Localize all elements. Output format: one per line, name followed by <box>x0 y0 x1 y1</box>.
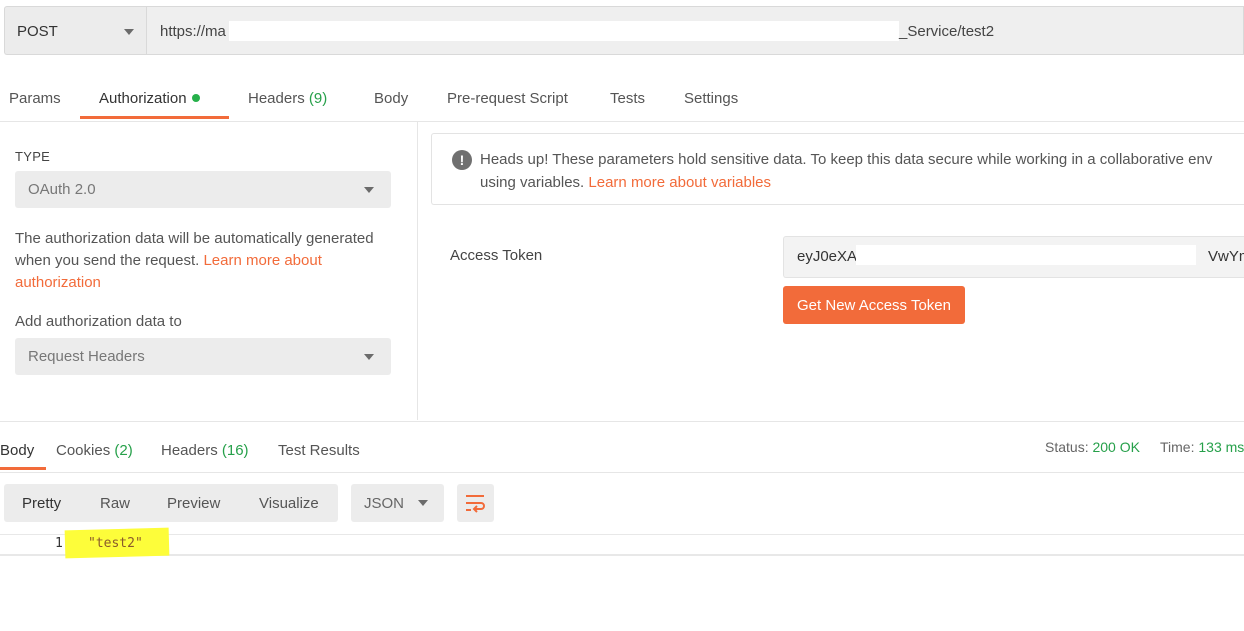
chevron-down-icon <box>124 29 134 35</box>
view-preview-button[interactable]: Preview <box>167 495 220 512</box>
tab-headers[interactable]: Headers (9) <box>248 90 327 107</box>
status-value: 200 OK <box>1092 439 1140 455</box>
tab-label: Cookies <box>56 442 111 459</box>
response-tab-test-results[interactable]: Test Results <box>278 442 360 459</box>
auth-description: The authorization data will be automatic… <box>15 228 395 294</box>
tab-label: Tests <box>610 90 646 107</box>
url-redaction <box>229 21 899 41</box>
tab-params[interactable]: Params <box>9 90 61 107</box>
get-new-access-token-button[interactable]: Get New Access Token <box>783 286 965 324</box>
learn-more-variables-link[interactable]: Learn more about variables <box>588 174 771 191</box>
tab-authorization[interactable]: Authorization <box>99 90 200 107</box>
wrap-icon <box>466 495 485 513</box>
tab-count: (9) <box>308 90 328 107</box>
wrap-line-button[interactable] <box>457 484 494 522</box>
tab-settings[interactable]: Settings <box>684 90 738 107</box>
tab-label: Body <box>374 90 409 107</box>
tab-label: Settings <box>684 90 739 107</box>
notice-text: Heads up! These parameters hold sensitiv… <box>480 148 1244 194</box>
add-auth-to-select[interactable]: Request Headers <box>15 338 391 375</box>
request-bar: POST https://ma _Service/test2 <box>0 0 1244 64</box>
notice-line-1: Heads up! These parameters hold sensitiv… <box>480 151 1213 168</box>
auth-type-panel: TYPE OAuth 2.0 The authorization data wi… <box>0 122 418 420</box>
active-tab-indicator <box>80 116 229 119</box>
tab-label: Authorization <box>99 90 187 107</box>
tab-tests[interactable]: Tests <box>610 90 645 107</box>
notice-line-2: using variables. <box>480 174 585 191</box>
format-select[interactable]: JSON <box>351 484 444 522</box>
auth-type-value: OAuth 2.0 <box>28 181 96 198</box>
chevron-down-icon <box>364 187 374 193</box>
time-label: Time: <box>1160 439 1195 455</box>
tab-label: Params <box>9 90 61 107</box>
tab-label: Test Results <box>278 442 360 459</box>
line-number: 1 <box>55 536 63 551</box>
url-input[interactable]: https://ma _Service/test2 <box>146 6 1244 55</box>
status-indicator: Status: 200 OK <box>1045 439 1140 455</box>
tab-count: (2) <box>114 442 133 459</box>
format-value: JSON <box>364 495 405 512</box>
tab-pre-request-script[interactable]: Pre-request Script <box>447 90 568 107</box>
response-body-value: "test2" <box>88 536 143 551</box>
code-line-row <box>0 534 1244 556</box>
view-mode-group: Pretty Raw Preview Visualize <box>4 484 338 522</box>
view-pretty-button[interactable]: Pretty <box>22 495 61 512</box>
view-visualize-button[interactable]: Visualize <box>259 495 319 512</box>
method-label: POST <box>17 23 58 40</box>
status-dot-icon <box>191 94 200 103</box>
request-tabs: Params Authorization Headers (9) Body Pr… <box>0 70 1244 122</box>
url-end: _Service/test2 <box>899 23 995 40</box>
status-label: Status: <box>1045 439 1089 455</box>
add-auth-to-value: Request Headers <box>28 348 145 365</box>
sensitive-data-notice: ! Heads up! These parameters hold sensit… <box>431 133 1244 205</box>
token-redaction <box>856 245 1196 265</box>
tab-body[interactable]: Body <box>374 90 408 107</box>
alert-icon: ! <box>452 150 472 170</box>
response-tab-body[interactable]: Body <box>0 442 34 459</box>
url-start: https://ma <box>160 23 226 40</box>
tab-label: Pre-request Script <box>447 90 568 107</box>
chevron-down-icon <box>364 354 374 360</box>
method-select[interactable]: POST <box>4 6 146 55</box>
type-label: TYPE <box>15 149 51 164</box>
access-token-label: Access Token <box>450 247 543 264</box>
response-tab-headers[interactable]: Headers (16) <box>161 442 249 459</box>
view-raw-button[interactable]: Raw <box>100 495 130 512</box>
tab-label: Headers <box>161 442 218 459</box>
time-indicator: Time: 133 ms <box>1160 439 1244 455</box>
access-token-end: VwYm <box>1208 248 1244 265</box>
tab-count: (16) <box>221 442 249 459</box>
auth-type-select[interactable]: OAuth 2.0 <box>15 171 391 208</box>
chevron-down-icon <box>418 500 428 506</box>
access-token-input[interactable]: eyJ0eXAi( VwYm <box>783 236 1244 278</box>
response-tabs: Body Cookies (2) Headers (16) Test Resul… <box>0 421 1244 473</box>
active-response-tab-indicator <box>0 467 46 470</box>
tab-label: Body <box>0 442 35 459</box>
tab-label: Headers <box>248 90 305 107</box>
time-value: 133 ms <box>1198 439 1244 455</box>
response-tab-cookies[interactable]: Cookies (2) <box>56 442 133 459</box>
add-auth-to-label: Add authorization data to <box>15 313 182 330</box>
